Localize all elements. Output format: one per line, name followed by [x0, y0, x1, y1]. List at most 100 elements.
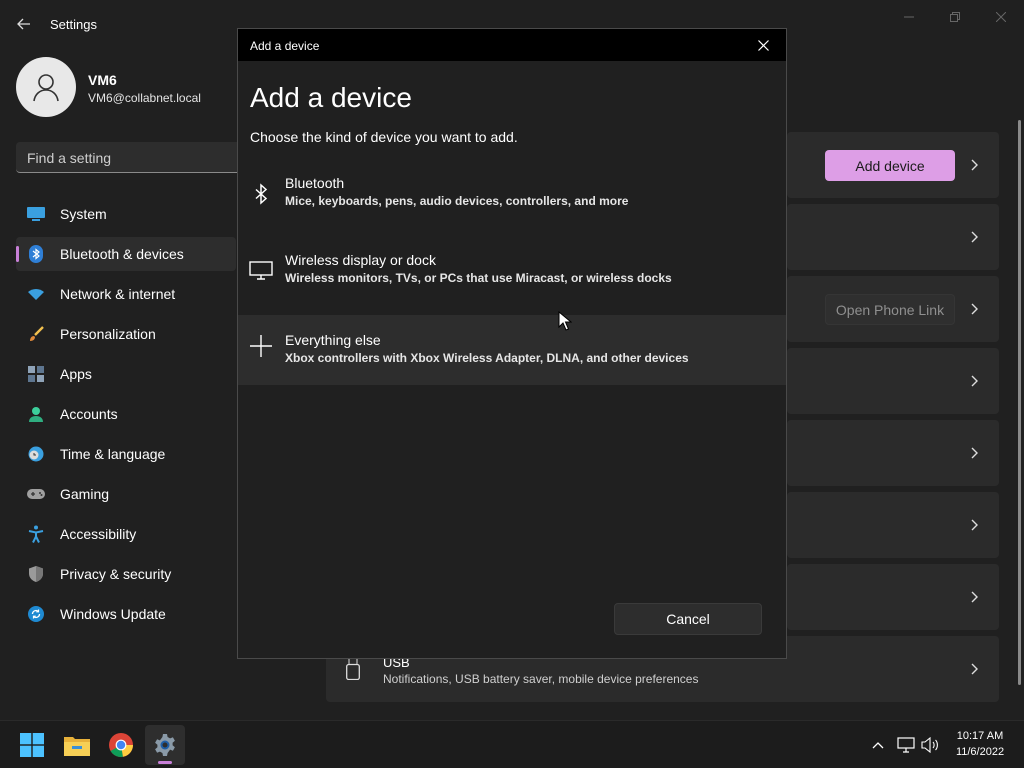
start-button[interactable] [12, 725, 52, 765]
sidebar-item-label: Windows Update [60, 606, 166, 622]
sidebar-item-privacy-security[interactable]: Privacy & security [16, 557, 236, 591]
gamepad-icon [27, 485, 45, 503]
clock-time[interactable]: 10:17 AM [950, 730, 1010, 742]
phone-link-card: Open Phone Link [787, 276, 999, 342]
chrome-button[interactable] [101, 725, 141, 765]
avatar[interactable] [16, 57, 76, 117]
scrollbar[interactable] [1018, 120, 1021, 685]
shield-icon [27, 565, 45, 583]
settings-card[interactable] [787, 348, 999, 414]
usb-icon [346, 658, 360, 680]
sidebar-item-label: Accounts [60, 406, 118, 422]
bluetooth-icon [27, 245, 45, 263]
usb-subtitle: Notifications, USB battery saver, mobile… [383, 672, 699, 686]
sidebar-item-label: Apps [60, 366, 92, 382]
sidebar-item-label: Privacy & security [60, 566, 172, 582]
chevron-right-icon [971, 663, 978, 675]
cancel-button[interactable]: Cancel [614, 603, 762, 635]
sidebar-item-network-internet[interactable]: Network & internet [16, 277, 236, 311]
chrome-icon [109, 733, 133, 757]
sidebar-item-label: Accessibility [60, 526, 137, 542]
search-placeholder: Find a setting [27, 150, 112, 166]
accounts-icon [27, 405, 45, 423]
close-icon [757, 39, 769, 51]
option-title: Bluetooth [285, 175, 345, 191]
profile-email: VM6@collabnet.local [88, 91, 201, 105]
chevron-right-icon[interactable] [968, 301, 980, 317]
chevron-right-icon [971, 519, 978, 531]
person-icon [33, 74, 59, 102]
dialog-titlebar: Add a device [238, 29, 786, 61]
network-tray-button[interactable] [896, 735, 916, 755]
file-explorer-icon [64, 737, 90, 756]
sidebar-item-bluetooth-devices[interactable]: Bluetooth & devices [16, 237, 236, 271]
monitor-icon [248, 258, 274, 284]
sidebar-item-accessibility[interactable]: Accessibility [16, 517, 236, 551]
wifi-icon [27, 285, 45, 303]
sidebar-item-personalization[interactable]: Personalization [16, 317, 236, 351]
add-device-card: Add device [787, 132, 999, 198]
option-description: Xbox controllers with Xbox Wireless Adap… [285, 351, 689, 365]
option-description: Wireless monitors, TVs, or PCs that use … [285, 271, 672, 285]
sidebar-item-time-language[interactable]: Time & language [16, 437, 236, 471]
back-button[interactable] [10, 12, 38, 36]
option-title: Everything else [285, 332, 381, 348]
clock-globe-icon [27, 445, 45, 463]
dialog-heading: Add a device [250, 82, 412, 113]
maximize-icon [950, 12, 960, 22]
option-wireless-display[interactable]: Wireless display or dock Wireless monito… [238, 243, 786, 313]
option-description: Mice, keyboards, pens, audio devices, co… [285, 194, 629, 208]
clock-date[interactable]: 11/6/2022 [950, 746, 1010, 758]
dialog-subtitle: Choose the kind of device you want to ad… [250, 129, 518, 145]
plus-icon [248, 333, 274, 359]
chevron-right-icon [971, 375, 978, 387]
chevron-right-icon[interactable] [968, 157, 980, 173]
sidebar-item-label: Time & language [60, 446, 166, 462]
dialog-close-button[interactable] [750, 35, 776, 55]
sidebar-item-label: Network & internet [60, 286, 176, 302]
settings-app-button[interactable] [145, 725, 185, 765]
sidebar-item-apps[interactable]: Apps [16, 357, 236, 391]
option-bluetooth[interactable]: Bluetooth Mice, keyboards, pens, audio d… [238, 166, 786, 236]
sidebar-item-accounts[interactable]: Accounts [16, 397, 236, 431]
search-input[interactable]: Find a setting [16, 142, 246, 173]
add-device-button[interactable]: Add device [825, 150, 955, 181]
file-explorer-button[interactable] [57, 725, 97, 765]
sidebar-item-label: Bluetooth & devices [60, 246, 184, 262]
add-device-dialog: Add a device Add a device Choose the kin… [237, 28, 787, 659]
taskbar: 10:17 AM 11/6/2022 [0, 720, 1024, 768]
maximize-button[interactable] [943, 8, 967, 26]
close-window-button[interactable] [989, 8, 1013, 26]
settings-card[interactable] [787, 564, 999, 630]
mouse-cursor-icon [558, 311, 572, 331]
accessibility-icon [27, 525, 45, 543]
settings-card[interactable] [787, 204, 999, 270]
settings-gear-icon [155, 734, 175, 756]
profile-name: VM6 [88, 72, 117, 88]
settings-card[interactable] [787, 420, 999, 486]
sidebar-item-windows-update[interactable]: Windows Update [16, 597, 236, 631]
minimize-button[interactable] [897, 8, 921, 26]
show-hidden-icons-button[interactable] [868, 735, 888, 755]
open-phone-link-button[interactable]: Open Phone Link [825, 294, 955, 325]
option-title: Wireless display or dock [285, 252, 436, 268]
app-title: Settings [50, 17, 97, 32]
settings-card[interactable] [787, 492, 999, 558]
back-arrow-icon [17, 18, 30, 30]
update-icon [27, 605, 45, 623]
sidebar-item-label: Gaming [60, 486, 110, 502]
brush-icon [27, 325, 45, 343]
sidebar-item-system[interactable]: System [16, 197, 236, 231]
chevron-right-icon [971, 231, 978, 243]
volume-icon [921, 737, 938, 753]
network-icon [897, 737, 915, 753]
bluetooth-icon [248, 181, 274, 207]
dialog-titlebar-text: Add a device [250, 39, 320, 53]
windows-start-icon [20, 733, 44, 757]
sidebar-item-label: System [60, 206, 107, 222]
volume-tray-button[interactable] [920, 735, 940, 755]
close-icon [996, 12, 1006, 22]
sidebar-item-gaming[interactable]: Gaming [16, 477, 236, 511]
sidebar-item-label: Personalization [60, 326, 156, 342]
option-everything-else[interactable]: Everything else Xbox controllers with Xb… [238, 315, 786, 385]
